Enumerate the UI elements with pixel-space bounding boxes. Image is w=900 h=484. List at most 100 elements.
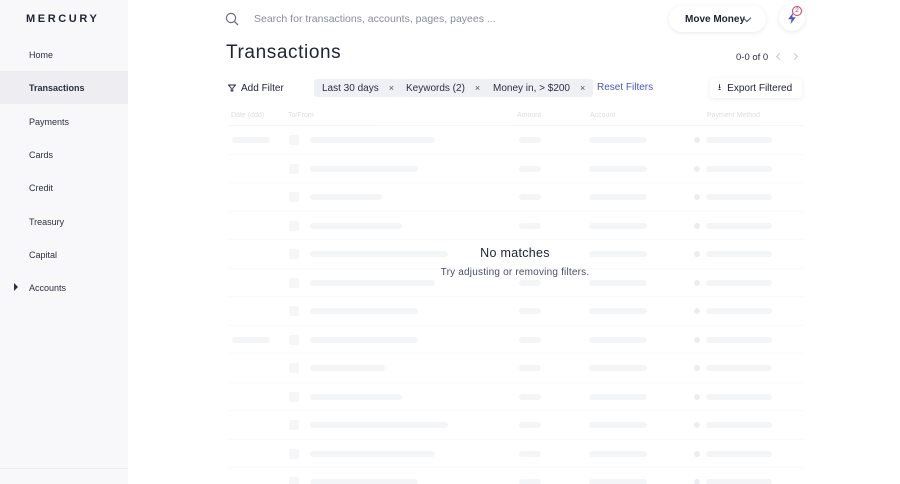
- skeleton-placeholder: [289, 163, 299, 174]
- skeleton-placeholder: [310, 308, 418, 314]
- caret-right-icon[interactable]: [14, 283, 18, 291]
- skeleton-placeholder: [694, 422, 700, 428]
- close-icon[interactable]: ×: [389, 83, 394, 93]
- download-icon: ⭳: [718, 82, 722, 92]
- table-row: [228, 155, 804, 183]
- sidebar-item-label: Treasury: [29, 216, 65, 227]
- sidebar-item-label: Payments: [29, 116, 70, 127]
- skeleton-placeholder: [310, 137, 435, 143]
- table-row: [228, 126, 804, 155]
- filter-chip-keywords[interactable]: Keywords (2) ×: [398, 79, 489, 97]
- column-header-amount: Amount: [517, 112, 542, 119]
- skeleton-placeholder: [706, 222, 772, 229]
- filter-chip-money-in[interactable]: Money in, > $200 ×: [485, 79, 594, 97]
- skeleton-placeholder: [694, 450, 700, 457]
- skeleton-placeholder: [519, 336, 541, 343]
- close-icon[interactable]: ×: [580, 83, 585, 93]
- skeleton-placeholder: [232, 336, 270, 343]
- skeleton-placeholder: [519, 393, 541, 400]
- skeleton-placeholder: [310, 165, 418, 172]
- skeleton-placeholder: [706, 137, 772, 143]
- skeleton-placeholder: [706, 194, 772, 200]
- empty-state-subtitle: Try adjusting or removing filters.: [440, 267, 590, 278]
- skeleton-placeholder: [694, 479, 700, 484]
- table-row: [228, 440, 804, 468]
- sidebar-item-home[interactable]: Home: [0, 38, 128, 71]
- skeleton-placeholder: [289, 334, 299, 345]
- table-row: [228, 212, 804, 240]
- chevron-left-icon[interactable]: [775, 52, 784, 61]
- skeleton-placeholder: [694, 365, 700, 371]
- sidebar-item-treasury[interactable]: Treasury: [0, 205, 128, 238]
- search-input[interactable]: [254, 10, 634, 28]
- skeleton-placeholder: [694, 279, 700, 286]
- skeleton-placeholder: [289, 277, 299, 288]
- skeleton-placeholder: [706, 165, 772, 172]
- skeleton-placeholder: [706, 365, 772, 371]
- divider: [0, 468, 128, 469]
- sidebar-item-label: Accounts: [29, 282, 67, 293]
- filter-icon: [228, 84, 236, 92]
- skeleton-placeholder: [589, 194, 647, 200]
- sidebar-item-label: Home: [29, 49, 54, 60]
- skeleton-placeholder: [289, 477, 299, 484]
- sidebar-item-label: Credit: [29, 182, 54, 193]
- skeleton-placeholder: [589, 479, 647, 484]
- chevron-right-icon[interactable]: [790, 52, 799, 61]
- sidebar-item-cards[interactable]: Cards: [0, 138, 128, 171]
- sidebar-item-transactions[interactable]: Transactions: [0, 71, 128, 104]
- skeleton-placeholder: [706, 450, 772, 457]
- move-money-button[interactable]: Move Money: [669, 6, 766, 32]
- table-row: [228, 326, 804, 354]
- mercury-logo[interactable]: MERCURY: [26, 13, 99, 25]
- sidebar-item-label: Transactions: [29, 82, 85, 93]
- notification-count-badge: 2: [792, 6, 802, 16]
- skeleton-placeholder: [519, 279, 541, 286]
- skeleton-placeholder: [589, 450, 647, 457]
- skeleton-placeholder: [706, 336, 772, 343]
- column-header-payment-method: Payment Method: [707, 112, 760, 119]
- filter-chip-date[interactable]: Last 30 days ×: [314, 79, 402, 97]
- skeleton-placeholder: [289, 135, 299, 145]
- sidebar-item-credit[interactable]: Credit: [0, 171, 128, 204]
- filter-chip-label: Last 30 days: [322, 82, 379, 94]
- skeleton-placeholder: [310, 279, 435, 286]
- empty-state-title: No matches: [480, 246, 550, 260]
- skeleton-placeholder: [519, 450, 541, 457]
- skeleton-placeholder: [232, 137, 270, 143]
- skeleton-placeholder: [589, 165, 647, 172]
- skeleton-placeholder: [310, 365, 385, 371]
- skeleton-placeholder: [519, 137, 541, 143]
- pagination-count: 0-0 of 0: [736, 52, 769, 63]
- skeleton-placeholder: [706, 279, 772, 286]
- filter-chip-label: Keywords (2): [406, 82, 465, 94]
- page-title: Transactions: [226, 42, 342, 63]
- reset-filters-link[interactable]: Reset Filters: [597, 82, 653, 93]
- skeleton-placeholder: [694, 137, 700, 143]
- skeleton-placeholder: [589, 422, 647, 428]
- skeleton-placeholder: [589, 279, 647, 286]
- skeleton-placeholder: [310, 479, 418, 484]
- skeleton-placeholder: [519, 479, 541, 484]
- skeleton-placeholder: [310, 450, 435, 457]
- export-filtered-button[interactable]: ⭳ Export Filtered: [710, 78, 802, 98]
- skeleton-placeholder: [519, 422, 541, 428]
- skeleton-placeholder: [694, 393, 700, 400]
- skeleton-placeholder: [694, 194, 700, 200]
- skeleton-placeholder: [289, 420, 299, 430]
- add-filter-button[interactable]: Add Filter: [228, 79, 284, 97]
- skeleton-placeholder: [589, 308, 647, 314]
- column-header-date: Date (ddd): [231, 112, 265, 119]
- skeleton-placeholder: [706, 479, 772, 484]
- table-row: [228, 183, 804, 212]
- move-money-label: Move Money: [685, 13, 746, 25]
- table-row: [228, 411, 804, 440]
- column-header-to-from: To/From: [288, 112, 314, 119]
- close-icon[interactable]: ×: [475, 83, 480, 93]
- skeleton-placeholder: [589, 222, 647, 229]
- skeleton-placeholder: [519, 308, 541, 314]
- sidebar-item-payments[interactable]: Payments: [0, 105, 128, 138]
- skeleton-placeholder: [310, 194, 382, 200]
- sidebar: MERCURY Home Transactions Payments Cards…: [0, 0, 128, 484]
- skeleton-placeholder: [519, 365, 541, 371]
